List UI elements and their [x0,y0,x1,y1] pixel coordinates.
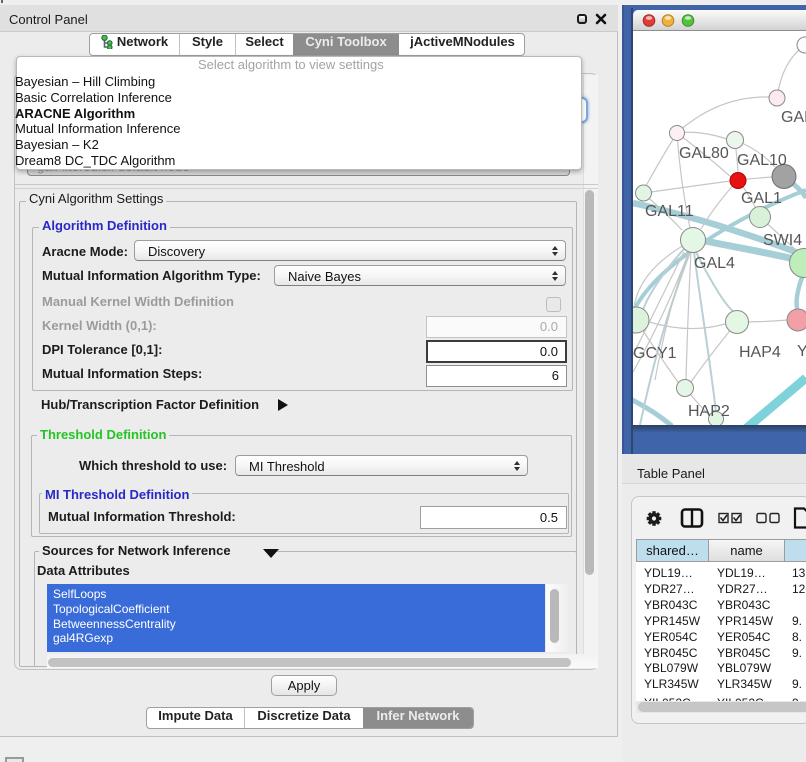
svg-text:SWI4: SWI4 [763,232,802,249]
svg-text:GAL11: GAL11 [645,203,694,220]
svg-text:GAL80: GAL80 [679,145,729,162]
svg-text:GCY1: GCY1 [633,345,677,362]
svg-text:GAL4: GAL4 [694,255,735,272]
svg-text:GAL1: GAL1 [741,190,782,207]
svg-text:GAL10: GAL10 [737,152,787,169]
svg-text:GAL2: GAL2 [781,109,806,126]
svg-text:Y: Y [797,343,806,360]
svg-text:HAP4: HAP4 [739,344,781,361]
svg-text:HAP2: HAP2 [688,403,730,420]
